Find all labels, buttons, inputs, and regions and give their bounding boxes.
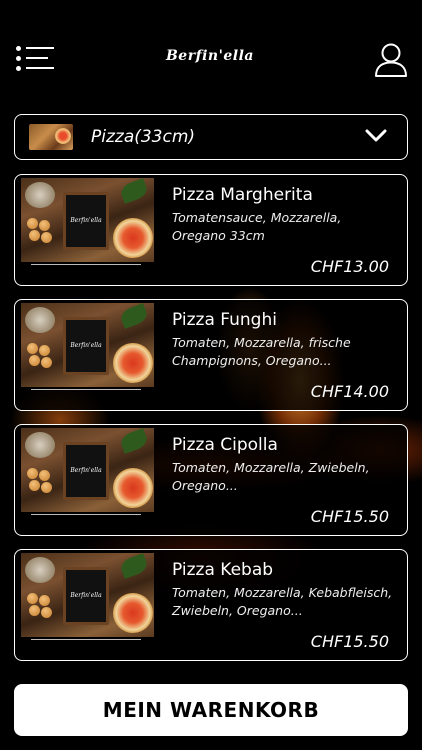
product-image-text: Berfin'ella (70, 592, 102, 599)
product-image: Berfin'ella (21, 303, 154, 387)
menu-icon[interactable] (16, 46, 54, 72)
product-name: Pizza Margherita (172, 185, 313, 205)
cart-button[interactable]: MEIN WARENKORB (14, 684, 408, 736)
product-price: CHF15.50 (310, 632, 389, 651)
product-card[interactable]: Berfin'ella Pizza Margherita Tomatensauc… (14, 174, 408, 286)
category-thumbnail (29, 124, 73, 150)
user-icon[interactable] (374, 42, 408, 78)
image-underline (31, 514, 141, 515)
product-description: Tomaten, Mozzarella, Zwiebeln, Oregano..… (172, 460, 370, 493)
image-underline (31, 389, 141, 390)
product-card[interactable]: Berfin'ella Pizza Cipolla Tomaten, Mozza… (14, 424, 408, 536)
product-image-text: Berfin'ella (70, 342, 102, 349)
product-price: CHF13.00 (310, 257, 389, 276)
chevron-down-icon (365, 129, 387, 142)
product-image: Berfin'ella (21, 553, 154, 637)
product-image: Berfin'ella (21, 428, 154, 512)
product-name: Pizza Cipolla (172, 435, 278, 455)
product-name: Pizza Funghi (172, 310, 277, 330)
product-name: Pizza Kebab (172, 560, 274, 580)
category-dropdown[interactable]: Pizza(33cm) (14, 114, 408, 160)
category-label: Pizza(33cm) (91, 127, 196, 147)
product-card[interactable]: Berfin'ella Pizza Funghi Tomaten, Mozzar… (14, 299, 408, 411)
product-image-text: Berfin'ella (70, 467, 102, 474)
product-card[interactable]: Berfin'ella Pizza Kebab Tomaten, Mozzare… (14, 549, 408, 661)
product-image: Berfin'ella (21, 178, 154, 262)
app-header: Berfin'ella (0, 0, 422, 110)
product-price: CHF14.00 (310, 382, 389, 401)
image-underline (31, 264, 141, 265)
product-description: Tomatensauce, Mozzarella, Oregano 33cm (172, 210, 342, 243)
image-underline (31, 639, 141, 640)
app-logo: Berfin'ella (165, 48, 255, 64)
product-description: Tomaten, Mozzarella, frische Champignons… (172, 335, 351, 368)
product-image-text: Berfin'ella (70, 217, 102, 224)
product-price: CHF15.50 (310, 507, 389, 526)
product-description: Tomaten, Mozzarella, Kebabfleisch, Zwieb… (172, 585, 393, 618)
